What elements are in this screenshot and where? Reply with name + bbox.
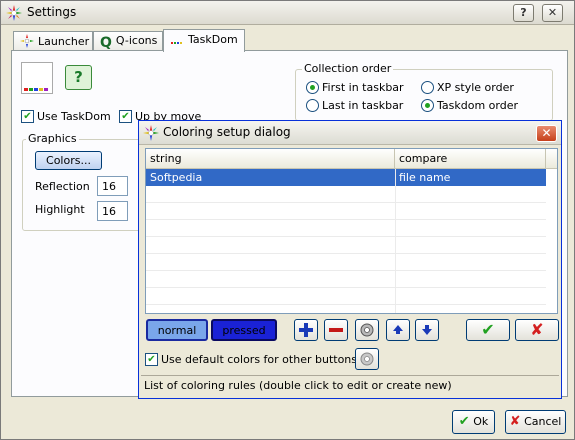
cancel-label: Cancel xyxy=(524,415,562,428)
color-strip-icon xyxy=(24,88,48,91)
column-header-compare[interactable]: compare xyxy=(395,149,546,169)
settings-icon xyxy=(360,323,374,337)
column-header-string[interactable]: string xyxy=(146,149,395,169)
use-taskdom-label: Use TaskDom xyxy=(37,110,111,123)
collection-order-group xyxy=(295,69,553,121)
tab-q-icons[interactable]: Q Q-icons xyxy=(93,31,163,51)
title-bar: Settings ? ✕ xyxy=(1,1,574,25)
use-default-colors-checkbox[interactable]: ✔ xyxy=(145,353,158,366)
empty-row xyxy=(146,237,546,254)
column-divider xyxy=(395,169,396,313)
add-rule-button[interactable] xyxy=(294,319,318,341)
ok-label: Ok xyxy=(473,415,489,428)
pressed-color-button[interactable]: pressed xyxy=(211,319,277,341)
reflection-input[interactable]: 16 xyxy=(97,176,128,196)
graphics-group-label: Graphics xyxy=(26,132,79,145)
help-icon-button[interactable]: ? xyxy=(65,65,92,90)
use-default-colors-label: Use default colors for other buttons xyxy=(161,353,357,366)
settings-icon xyxy=(360,352,374,366)
highlight-label: Highlight xyxy=(35,203,85,216)
default-settings-button[interactable] xyxy=(355,348,379,370)
reflection-label: Reflection xyxy=(35,180,90,193)
q-icons-icon: Q xyxy=(100,35,112,51)
radio-first-in-taskbar[interactable] xyxy=(306,81,319,94)
remove-icon xyxy=(329,328,343,332)
empty-row xyxy=(146,203,546,220)
tab-label: TaskDom xyxy=(188,33,238,46)
table-row[interactable]: Softpedia file name xyxy=(146,169,546,186)
empty-row xyxy=(146,288,546,305)
color-preview xyxy=(21,62,53,94)
help-button[interactable]: ? xyxy=(513,4,534,22)
close-button[interactable]: ✕ xyxy=(542,4,563,22)
app-icon xyxy=(6,5,22,21)
move-up-button[interactable] xyxy=(386,319,410,341)
move-down-button[interactable] xyxy=(415,319,439,341)
dialog-close-button[interactable]: ✕ xyxy=(536,125,557,142)
dialog-title: Coloring setup dialog xyxy=(163,125,291,139)
radio-xp-style-order[interactable] xyxy=(421,81,434,94)
collection-order-label: Collection order xyxy=(302,62,394,75)
taskdom-icon xyxy=(171,42,182,44)
up-by-move-checkbox[interactable]: ✔ xyxy=(119,110,132,123)
highlight-input[interactable]: 16 xyxy=(97,201,128,221)
empty-row xyxy=(146,220,546,237)
cell-compare: file name xyxy=(395,169,546,186)
tab-taskdom[interactable]: TaskDom xyxy=(163,29,245,52)
cross-icon: ✘ xyxy=(509,414,521,429)
window-title: Settings xyxy=(27,5,77,19)
cell-string: Softpedia xyxy=(146,169,395,186)
colors-button[interactable]: Colors... xyxy=(35,151,102,170)
empty-row xyxy=(146,186,546,203)
tab-label: Q-icons xyxy=(115,34,158,47)
launcher-icon xyxy=(20,34,34,48)
add-icon xyxy=(299,323,313,337)
accept-button[interactable]: ✔ xyxy=(466,319,510,341)
first-in-taskbar-label: First in taskbar xyxy=(322,81,404,94)
dialog-title-bar: Coloring setup dialog ✕ xyxy=(139,121,561,145)
move-up-icon xyxy=(393,325,403,334)
dialog-app-icon xyxy=(143,125,159,141)
check-icon: ✔ xyxy=(458,414,470,429)
move-down-icon xyxy=(422,325,432,335)
radio-last-in-taskbar[interactable] xyxy=(306,99,319,112)
use-taskdom-checkbox[interactable]: ✔ xyxy=(21,110,34,123)
last-in-taskbar-label: Last in taskbar xyxy=(322,99,404,112)
xp-style-order-label: XP style order xyxy=(437,81,514,94)
question-icon: ? xyxy=(74,68,83,86)
cancel-button[interactable]: ✘ Cancel xyxy=(505,410,566,434)
tab-label: Launcher xyxy=(38,35,90,48)
status-bar: List of coloring rules (double click to … xyxy=(141,375,559,395)
empty-row xyxy=(146,254,546,271)
remove-rule-button[interactable] xyxy=(324,319,348,341)
radio-taskdom-order[interactable] xyxy=(421,99,434,112)
rule-settings-button[interactable] xyxy=(355,319,379,341)
rules-table: string compare Softpedia file name xyxy=(145,148,558,314)
empty-row xyxy=(146,271,546,288)
tab-launcher[interactable]: Launcher xyxy=(13,31,93,51)
ok-button[interactable]: ✔ Ok xyxy=(452,410,495,434)
coloring-setup-dialog: Coloring setup dialog ✕ string compare S… xyxy=(138,120,562,399)
normal-color-button[interactable]: normal xyxy=(146,319,208,341)
reject-button[interactable]: ✘ xyxy=(515,319,559,341)
column-header-filler xyxy=(546,149,557,169)
taskdom-order-label: Taskdom order xyxy=(437,99,518,112)
